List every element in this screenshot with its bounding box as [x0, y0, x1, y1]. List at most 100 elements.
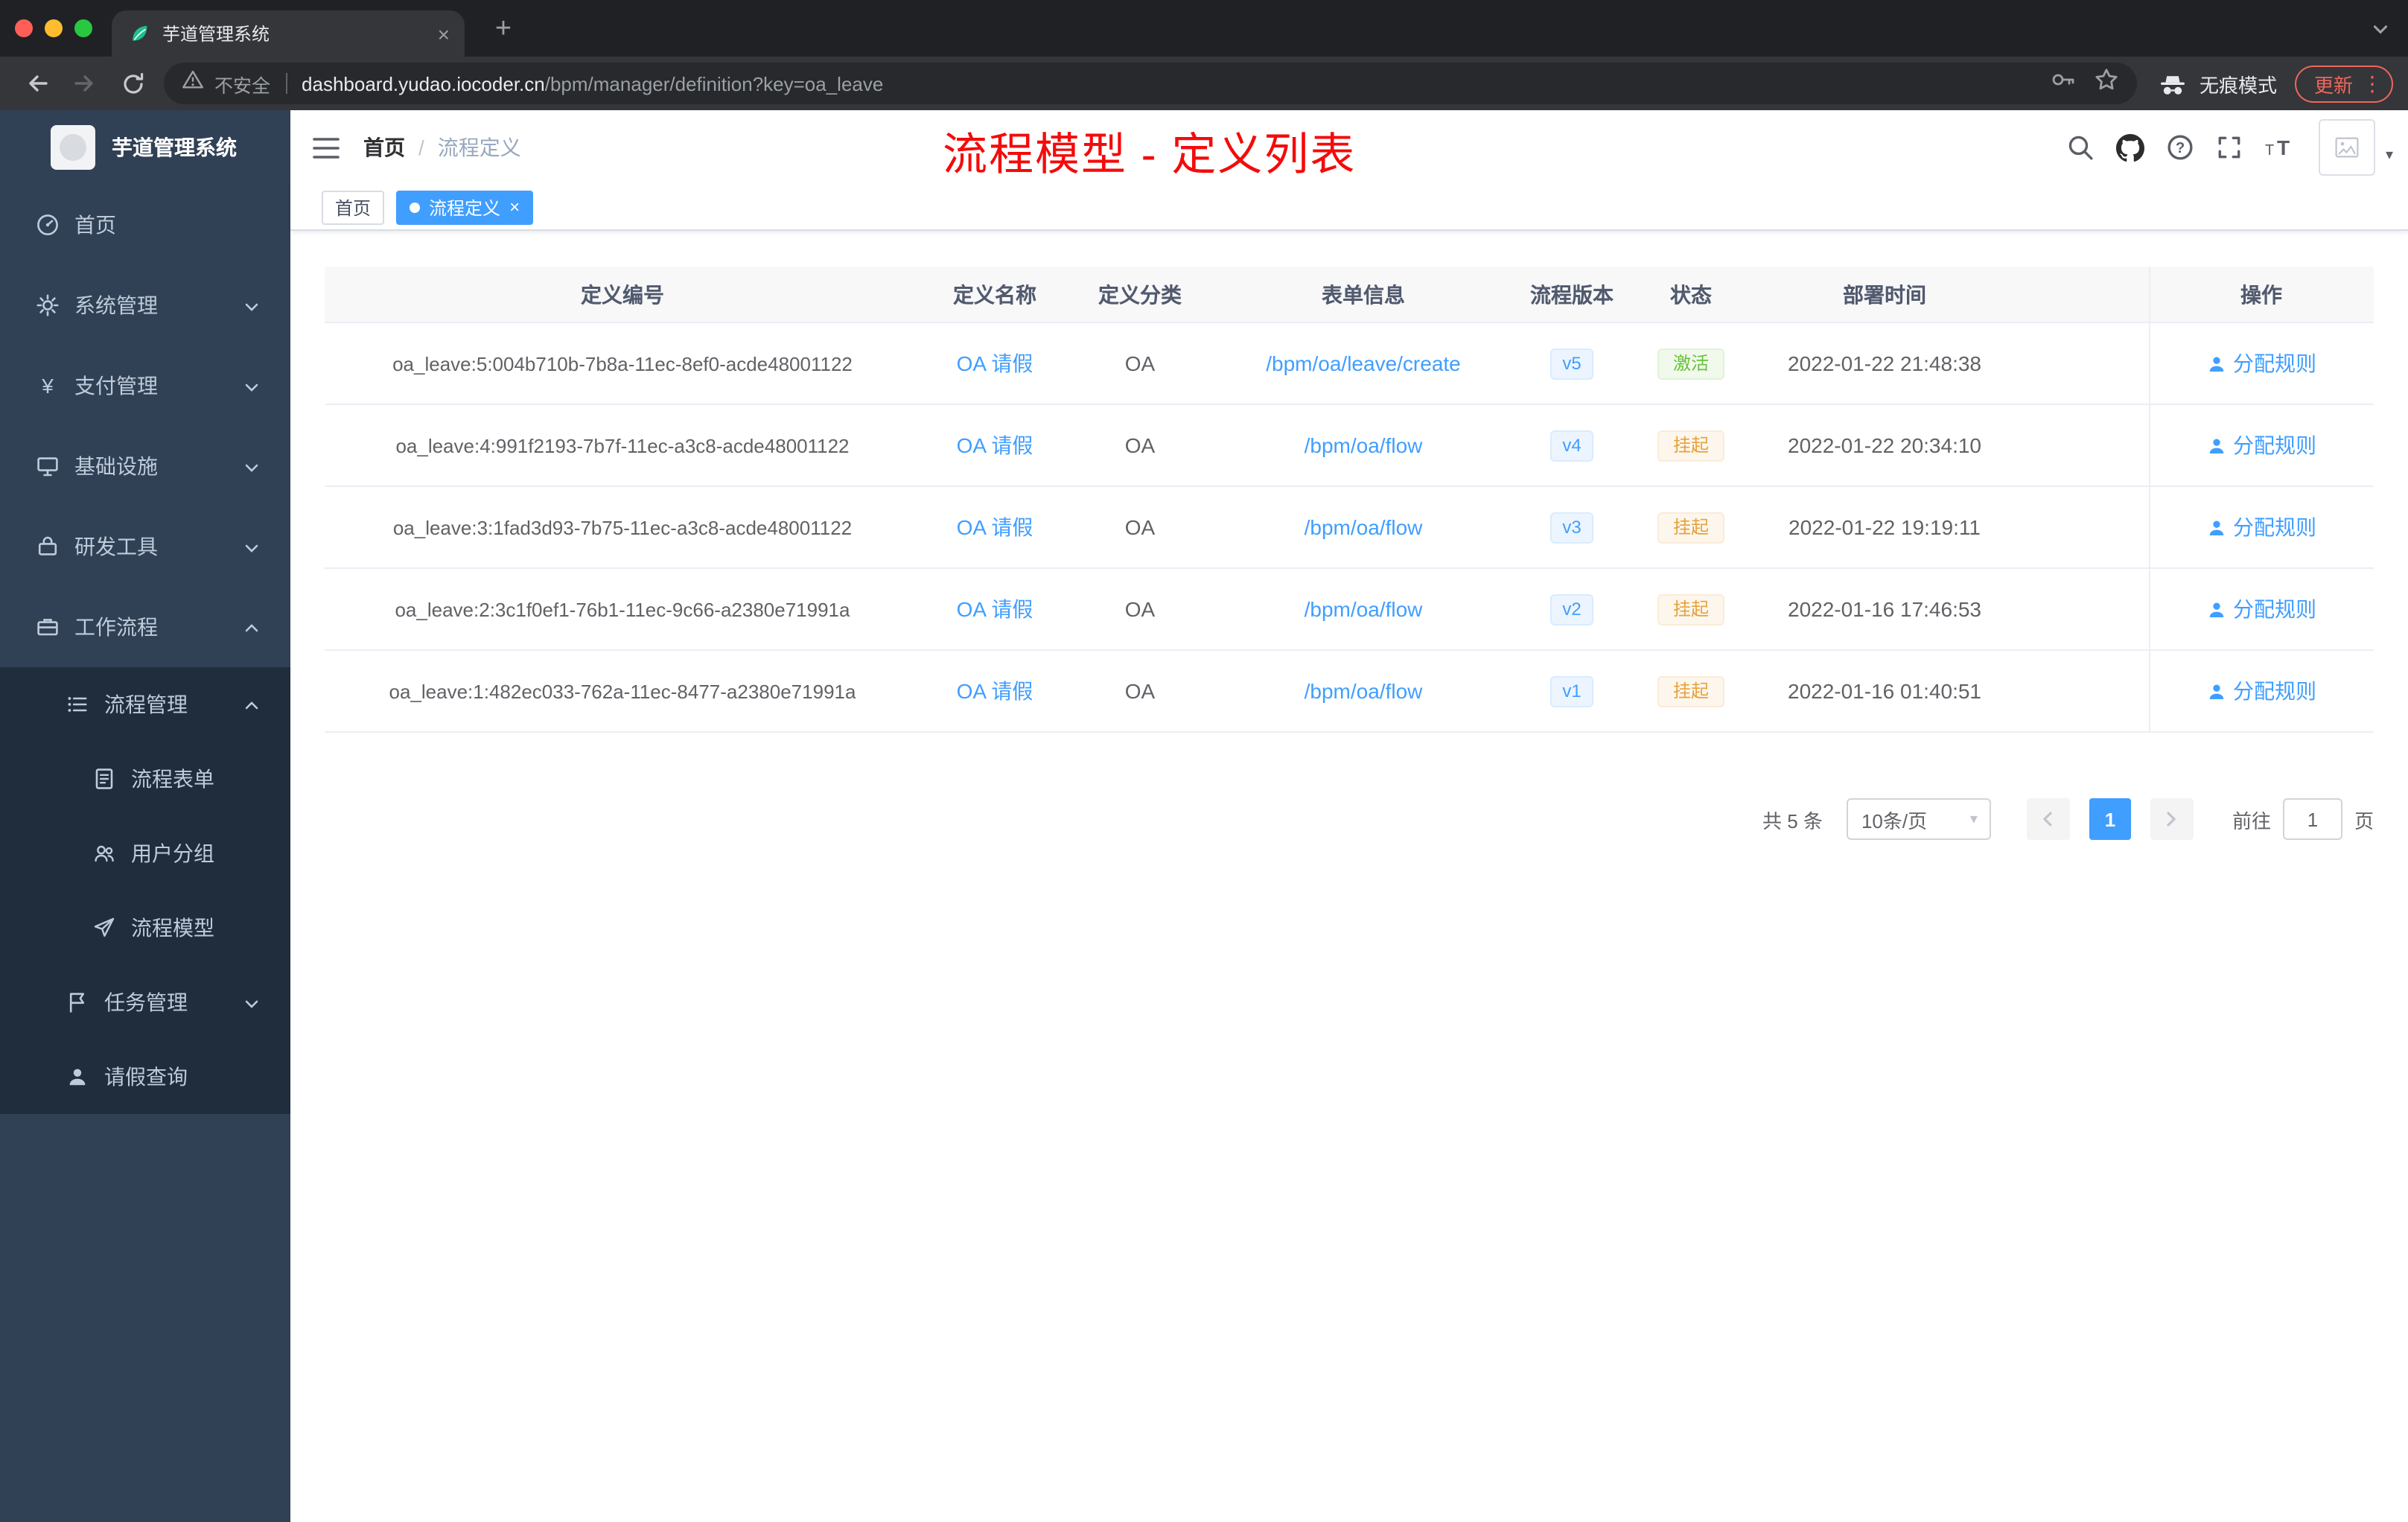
sidebar-item-process-model[interactable]: 流程模型 [0, 891, 290, 965]
svg-text:T: T [2277, 136, 2290, 159]
sidebar-logo[interactable]: 芋道管理系统 [0, 110, 290, 185]
form-link[interactable]: /bpm/oa/leave/create [1266, 351, 1461, 375]
sidebar-item-label: 流程管理 [104, 692, 188, 716]
fixed-column-divider [2149, 267, 2150, 733]
status-badge: 激活 [1657, 348, 1724, 379]
search-icon[interactable] [2067, 134, 2094, 161]
sidebar-item-home[interactable]: 首页 [0, 185, 290, 265]
avatar[interactable] [2318, 119, 2375, 176]
next-page-button[interactable] [2150, 798, 2194, 840]
tab-search-icon[interactable] [2371, 19, 2390, 46]
assign-rule-link[interactable]: 分配规则 [2206, 676, 2316, 706]
sidebar-item-label: 基础设施 [74, 454, 158, 478]
column-header: 表单信息 [1322, 282, 1405, 306]
page-size-select[interactable]: 10条/页 ▾ [1846, 798, 1991, 840]
sidebar-item-system[interactable]: 系统管理 [0, 265, 290, 346]
back-icon[interactable] [15, 63, 60, 104]
person-icon [2208, 356, 2223, 372]
assign-rule-link[interactable]: 分配规则 [2206, 348, 2316, 378]
minimize-window-button[interactable] [45, 19, 63, 37]
sidebar-item-leave-query[interactable]: 请假查询 [0, 1039, 290, 1114]
form-link[interactable]: /bpm/oa/flow [1305, 679, 1423, 703]
address-bar[interactable]: 不安全 dashboard.yudao.iocoder.cn/bpm/manag… [164, 63, 2137, 104]
chrome-update-button[interactable]: 更新 ⋮ [2294, 65, 2393, 102]
user-icon [66, 1065, 89, 1089]
window-controls [0, 19, 112, 37]
url-host: dashboard.yudao.iocoder.cn [302, 72, 545, 95]
definition-name-link[interactable]: OA 请假 [957, 679, 1033, 703]
breadcrumb-home[interactable]: 首页 [363, 133, 405, 162]
page-content: 定义编号 定义名称 定义分类 表单信息 流程版本 状态 部署时间 操作 oa_l… [290, 231, 2408, 1522]
definition-id: oa_leave:3:1fad3d93-7b75-11ec-a3c8-acde4… [392, 516, 853, 538]
sidebar-item-payment[interactable]: ¥ 支付管理 [0, 346, 290, 426]
sidebar-item-label: 系统管理 [74, 293, 158, 317]
app-navbar: 首页 / 流程定义 流程模型 - 定义列表 ? T T ▾ [290, 110, 2408, 185]
warning-icon [182, 69, 204, 98]
chevron-down-icon [243, 538, 261, 561]
chevron-up-icon [243, 618, 261, 642]
status-badge: 挂起 [1657, 512, 1724, 543]
divider [285, 73, 287, 94]
sidebar-item-process-management[interactable]: 流程管理 [0, 667, 290, 742]
browser-tab[interactable]: 芋道管理系统 × [112, 10, 465, 57]
sidebar-item-user-group[interactable]: 用户分组 [0, 816, 290, 891]
url-text[interactable]: dashboard.yudao.iocoder.cn/bpm/manager/d… [302, 72, 2040, 95]
update-label: 更新 [2313, 74, 2353, 96]
definition-name-link[interactable]: OA 请假 [957, 515, 1033, 539]
sidebar-item-label: 请假查询 [104, 1065, 188, 1089]
assign-rule-link[interactable]: 分配规则 [2206, 512, 2316, 542]
goto-page-input[interactable] [2282, 798, 2342, 840]
forward-icon[interactable] [63, 63, 107, 104]
assign-rule-link[interactable]: 分配规则 [2206, 430, 2316, 460]
tag-home[interactable]: 首页 [322, 190, 385, 224]
password-key-icon[interactable] [2051, 67, 2076, 100]
pagination: 共 5 条 10条/页 ▾ 1 前往 页 [325, 798, 2374, 840]
form-link[interactable]: /bpm/oa/flow [1305, 597, 1423, 621]
tag-process-definition[interactable]: 流程定义 × [396, 190, 534, 224]
security-label[interactable]: 不安全 [214, 69, 270, 98]
definition-id: oa_leave:4:991f2193-7b7f-11ec-a3c8-acde4… [395, 434, 850, 456]
maximize-window-button[interactable] [74, 19, 92, 37]
new-tab-button[interactable]: + [482, 9, 524, 51]
definition-name-link[interactable]: OA 请假 [957, 433, 1033, 457]
goto-label: 前往 [2232, 809, 2271, 832]
close-tab-icon[interactable]: × [438, 23, 450, 44]
font-size-icon[interactable]: TT [2265, 136, 2296, 159]
definition-table: 定义编号 定义名称 定义分类 表单信息 流程版本 状态 部署时间 操作 oa_l… [325, 267, 2374, 733]
definition-name-link[interactable]: OA 请假 [957, 351, 1033, 375]
page-number-1[interactable]: 1 [2089, 798, 2131, 840]
caret-down-icon[interactable]: ▾ [2386, 147, 2393, 164]
sidebar-item-process-form[interactable]: 流程表单 [0, 742, 290, 816]
incognito-badge: 无痕模式 [2158, 69, 2277, 98]
prev-page-button[interactable] [2026, 798, 2070, 840]
browser-toolbar: 不安全 dashboard.yudao.iocoder.cn/bpm/manag… [0, 57, 2408, 110]
assign-rule-link[interactable]: 分配规则 [2206, 594, 2316, 624]
bookmark-star-icon[interactable] [2094, 67, 2119, 100]
more-vertical-icon[interactable]: ⋮ [2362, 71, 2383, 96]
gear-icon [36, 293, 60, 317]
sidebar-item-infrastructure[interactable]: 基础设施 [0, 426, 290, 506]
breadcrumb-current: 流程定义 [437, 136, 521, 159]
table-header-row: 定义编号 定义名称 定义分类 表单信息 流程版本 状态 部署时间 操作 [325, 267, 2374, 323]
tab-strip: 芋道管理系统 × + [0, 0, 2408, 57]
status-badge: 挂起 [1657, 593, 1724, 625]
fullscreen-icon[interactable] [2216, 134, 2243, 161]
chevron-down-icon [243, 993, 261, 1017]
sidebar-item-task-management[interactable]: 任务管理 [0, 965, 290, 1039]
sidebar-item-dev-tools[interactable]: 研发工具 [0, 506, 290, 587]
version-tag: v2 [1550, 593, 1593, 625]
definition-name-link[interactable]: OA 请假 [957, 597, 1033, 621]
sidebar-item-workflow[interactable]: 工作流程 [0, 587, 290, 667]
sidebar-item-label: 研发工具 [74, 535, 158, 558]
help-icon[interactable]: ? [2167, 134, 2194, 161]
definition-category: OA [1124, 679, 1156, 703]
reload-icon[interactable] [110, 63, 155, 104]
form-link[interactable]: /bpm/oa/flow [1305, 433, 1423, 457]
definition-id: oa_leave:2:3c1f0ef1-76b1-11ec-9c66-a2380… [395, 598, 850, 620]
close-tag-icon[interactable]: × [509, 198, 520, 216]
form-link[interactable]: /bpm/oa/flow [1305, 515, 1423, 539]
github-icon[interactable] [2115, 133, 2144, 162]
hamburger-icon[interactable] [290, 110, 362, 185]
close-window-button[interactable] [15, 19, 33, 37]
definition-category: OA [1124, 433, 1156, 457]
